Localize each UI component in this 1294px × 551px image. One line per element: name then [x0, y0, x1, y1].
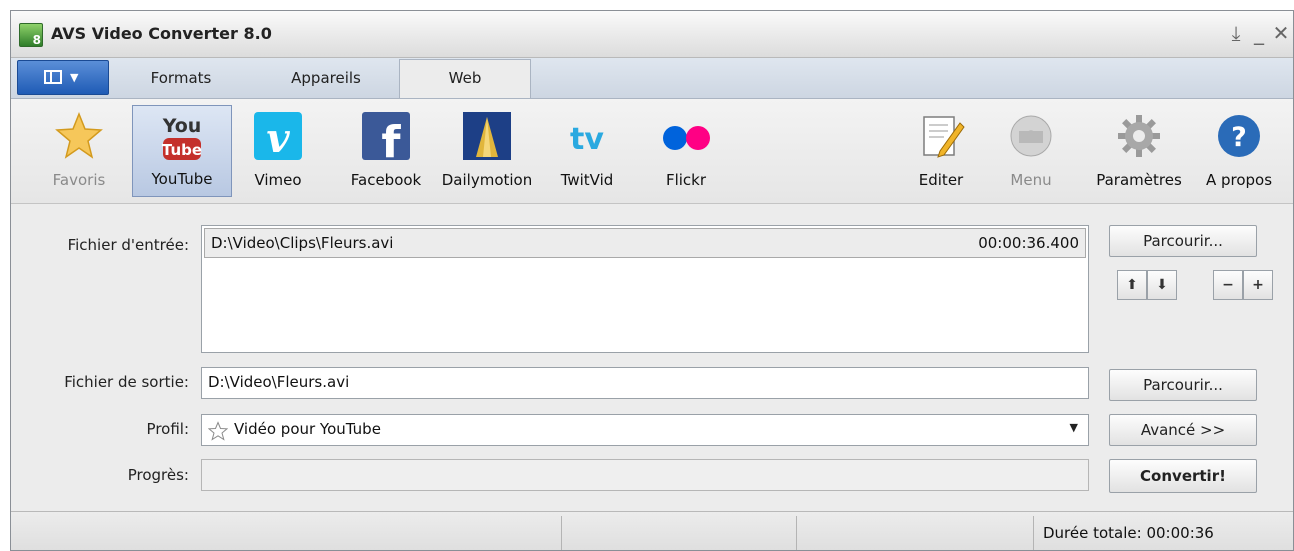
title-bar: AVS Video Converter 8.0 ⤓ _ ✕ [11, 11, 1293, 58]
help-icon: ? [1218, 115, 1260, 157]
editer-label: Editer [918, 171, 964, 189]
status-divider [796, 516, 797, 550]
input-file-label: Fichier d'entrée: [67, 236, 189, 254]
vimeo-button[interactable]: v Vimeo [243, 105, 313, 197]
remove-file-button[interactable]: − [1213, 270, 1243, 300]
chevron-down-icon: ▼ [1069, 421, 1078, 434]
twitvid-button[interactable]: tv TwitVid [551, 105, 623, 197]
facebook-label: Facebook [350, 171, 422, 189]
profile-label: Profil: [146, 420, 189, 438]
chevron-down-icon: ▼ [70, 71, 79, 84]
tab-row: ▼ Formats Appareils Web [11, 58, 1293, 99]
apropos-button[interactable]: ? A propos [1199, 105, 1279, 197]
svg-text:f: f [381, 117, 401, 161]
parametres-button[interactable]: Paramètres [1089, 105, 1189, 197]
edit-icon [923, 116, 965, 158]
favoris-button[interactable]: Favoris [39, 105, 119, 197]
menu-tool-label: Menu [1010, 171, 1052, 189]
vimeo-icon: v [254, 112, 302, 161]
app-icon [19, 23, 43, 47]
main-menu-button[interactable]: ▼ [17, 60, 109, 95]
favoris-label: Favoris [52, 171, 106, 189]
status-divider [561, 516, 562, 550]
tab-formats[interactable]: Formats [121, 60, 241, 96]
toolbar: Favoris You Tube YouTube v Vimeo f Faceb… [11, 99, 1293, 204]
browse-output-button[interactable]: Parcourir... [1109, 369, 1257, 401]
svg-text:You: You [162, 115, 202, 137]
twitvid-icon: tv [570, 122, 604, 157]
facebook-icon: f [362, 112, 410, 161]
flickr-label: Flickr [665, 171, 707, 189]
progress-label: Progrès: [127, 466, 189, 484]
pin-icon[interactable]: ⤓ [1225, 21, 1247, 45]
minimize-icon[interactable]: _ [1248, 21, 1270, 45]
apropos-label: A propos [1205, 171, 1273, 189]
flickr-button[interactable]: Flickr [651, 105, 721, 197]
star-outline-icon [208, 421, 228, 441]
convert-button[interactable]: Convertir! [1109, 459, 1257, 493]
youtube-button[interactable]: You Tube YouTube [132, 105, 232, 197]
profile-select[interactable]: Vidéo pour YouTube ▼ [201, 414, 1089, 446]
close-icon[interactable]: ✕ [1270, 21, 1292, 45]
parametres-label: Paramètres [1096, 171, 1182, 189]
tab-appareils[interactable]: Appareils [261, 60, 391, 96]
svg-text:Tube: Tube [162, 141, 202, 159]
twitvid-label: TwitVid [560, 171, 614, 189]
browse-input-button[interactable]: Parcourir... [1109, 225, 1257, 257]
total-duration: Durée totale: 00:00:36 [1043, 524, 1214, 542]
output-file-value: D:\Video\Fleurs.avi [208, 373, 350, 391]
app-window: AVS Video Converter 8.0 ⤓ _ ✕ ▼ Formats … [10, 10, 1294, 551]
status-divider [1033, 516, 1034, 550]
dailymotion-icon [463, 112, 511, 160]
facebook-button[interactable]: f Facebook [341, 105, 431, 197]
window-title: AVS Video Converter 8.0 [51, 24, 272, 43]
menu-icon [44, 70, 62, 84]
move-up-button[interactable]: ⬆ [1117, 270, 1147, 300]
menu-tool-button[interactable]: Menu [996, 105, 1066, 197]
vimeo-label: Vimeo [254, 171, 302, 189]
add-file-button[interactable]: + [1243, 270, 1273, 300]
svg-text:v: v [266, 115, 290, 161]
dailymotion-button[interactable]: Dailymotion [437, 105, 537, 197]
output-file-label: Fichier de sortie: [64, 373, 189, 391]
advanced-button[interactable]: Avancé >> [1109, 414, 1257, 446]
output-file-field[interactable]: D:\Video\Fleurs.avi [201, 367, 1089, 399]
disc-menu-icon [1010, 115, 1052, 157]
move-down-button[interactable]: ⬇ [1147, 270, 1177, 300]
star-icon [55, 111, 103, 159]
editer-button[interactable]: Editer [906, 105, 976, 197]
status-bar: Durée totale: 00:00:36 [11, 511, 1293, 550]
profile-value: Vidéo pour YouTube [234, 420, 381, 438]
dailymotion-label: Dailymotion [441, 171, 533, 189]
flickr-icon [663, 126, 710, 150]
svg-text:?: ? [1231, 122, 1247, 153]
list-item[interactable]: D:\Video\Clips\Fleurs.avi 00:00:36.400 [204, 228, 1086, 258]
input-file-list[interactable]: D:\Video\Clips\Fleurs.avi 00:00:36.400 [201, 225, 1089, 353]
progress-bar [201, 459, 1089, 491]
input-file-duration: 00:00:36.400 [978, 234, 1079, 252]
tab-web[interactable]: Web [399, 59, 531, 98]
gear-icon [1118, 115, 1160, 157]
input-file-path: D:\Video\Clips\Fleurs.avi [211, 234, 394, 252]
svg-text:tv: tv [570, 122, 604, 157]
youtube-icon: You Tube [162, 115, 202, 160]
youtube-label: YouTube [151, 170, 213, 188]
